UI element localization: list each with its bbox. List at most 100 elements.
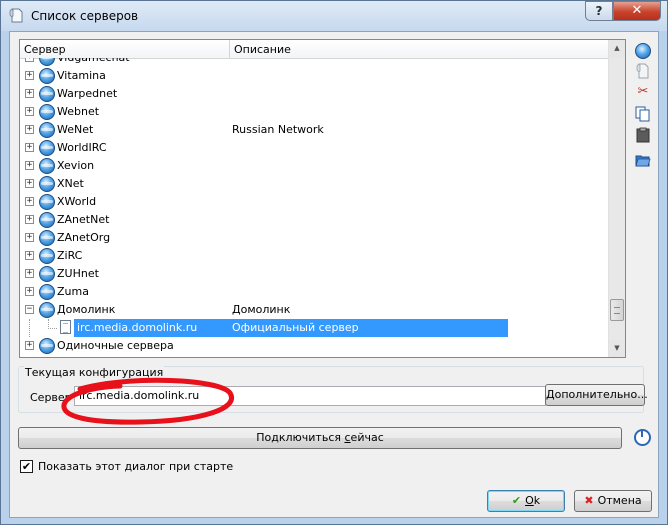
scroll-thumb[interactable] <box>610 299 624 321</box>
expand-icon[interactable]: + <box>25 233 34 242</box>
collapse-icon[interactable]: − <box>25 305 34 314</box>
tree-row[interactable]: + WorldIRC <box>20 139 608 157</box>
server-name: XNet <box>57 177 84 190</box>
expand-icon[interactable]: + <box>25 89 34 98</box>
network-globe-icon <box>39 230 55 246</box>
tree-line <box>29 319 30 337</box>
tree-row[interactable]: + ZAnetNet <box>20 211 608 229</box>
add-network-globe-icon[interactable] <box>635 43 651 59</box>
server-description: Russian Network <box>232 123 324 136</box>
scroll-up-icon[interactable]: ▲ <box>609 40 625 57</box>
tree-row[interactable]: + Одиночные сервера <box>20 337 608 355</box>
tree-row[interactable]: + Xevion <box>20 157 608 175</box>
network-globe-icon <box>39 212 55 228</box>
expand-icon[interactable]: + <box>25 251 34 260</box>
tree-row[interactable]: + XNet <box>20 175 608 193</box>
server-name: WeNet <box>57 123 94 136</box>
server-description: Официальный сервер <box>232 321 359 334</box>
tree-row[interactable]: + Vidgamechat <box>20 58 608 67</box>
tree-row[interactable]: + ZUHnet <box>20 265 608 283</box>
network-globe-icon <box>39 104 55 120</box>
scissors-icon[interactable]: ✂ <box>635 84 651 100</box>
column-separator[interactable] <box>229 40 230 58</box>
expand-icon[interactable]: + <box>25 143 34 152</box>
current-config-group: Текущая конфигурация Сервер irc.media.do… <box>18 366 648 413</box>
dialog-client-area: Сервер Описание + Vidgamechat + Vitamina + Wa… <box>9 31 659 518</box>
tree-row[interactable]: + Warpednet <box>20 85 608 103</box>
tree-row[interactable]: + ZiRC <box>20 247 608 265</box>
tree-child-row[interactable]: irc.media.domolink.ru Официальный сервер <box>20 319 608 337</box>
scroll-down-icon[interactable]: ▼ <box>609 340 625 357</box>
close-button[interactable]: ✕ <box>613 1 661 21</box>
tree-row[interactable]: + ZAnetOrg <box>20 229 608 247</box>
network-globe-icon <box>39 122 55 138</box>
network-globe-icon <box>39 176 55 192</box>
server-name: ZiRC <box>57 249 83 262</box>
tree-row[interactable]: + Vitamina <box>20 67 608 85</box>
server-name: ZUHnet <box>57 267 99 280</box>
ok-button[interactable]: ✔ Ok <box>487 490 565 512</box>
server-name: Zuma <box>57 285 89 298</box>
tree-branch-line <box>48 319 57 329</box>
network-globe-icon <box>39 302 55 318</box>
server-tree[interactable]: Сервер Описание + Vidgamechat + Vitamina + Wa… <box>19 39 626 358</box>
server-document-icon <box>60 320 71 334</box>
server-name: Vidgamechat <box>57 58 130 64</box>
column-header-description[interactable]: Описание <box>234 43 291 56</box>
tree-header: Сервер Описание <box>20 40 608 59</box>
connect-now-label-start: Подключиться <box>256 431 345 444</box>
expand-icon[interactable]: + <box>25 341 34 350</box>
tree-row[interactable]: + XWorld <box>20 193 608 211</box>
network-globe-icon <box>39 158 55 174</box>
column-header-server[interactable]: Сервер <box>24 43 66 56</box>
network-globe-icon <box>39 284 55 300</box>
expand-icon[interactable]: + <box>25 197 34 206</box>
expand-icon[interactable]: + <box>25 179 34 188</box>
server-list-window: Список серверов ? ✕ Сервер Описание + Vid… <box>0 0 668 525</box>
server-name: Одиночные сервера <box>57 339 174 352</box>
server-name: Vitamina <box>57 69 106 82</box>
server-name: ZAnetOrg <box>57 231 111 244</box>
tree-row[interactable]: + WeNet Russian Network <box>20 121 608 139</box>
timer-icon[interactable] <box>634 429 651 446</box>
tree-row[interactable]: + Zuma <box>20 283 608 301</box>
connect-now-button[interactable]: Подключиться сейчас <box>18 427 622 449</box>
server-name: Warpednet <box>57 87 118 100</box>
expand-icon[interactable]: + <box>25 287 34 296</box>
tree-row[interactable]: + Webnet <box>20 103 608 121</box>
copy-icon[interactable] <box>635 106 651 122</box>
server-field[interactable]: irc.media.domolink.ru <box>74 386 546 406</box>
document-icon[interactable] <box>635 63 651 79</box>
current-config-title: Текущая конфигурация <box>24 366 165 379</box>
expand-icon[interactable]: + <box>25 58 34 62</box>
server-name: WorldIRC <box>57 141 107 154</box>
ok-check-icon: ✔ <box>511 494 522 507</box>
network-globe-icon <box>39 248 55 264</box>
expand-icon[interactable]: + <box>25 125 34 134</box>
show-on-start-label[interactable]: Показать этот диалог при старте <box>38 460 233 473</box>
network-globe-icon <box>39 86 55 102</box>
connect-now-label-end: ейчас <box>350 431 384 444</box>
server-name: Домолинк <box>57 303 116 316</box>
advanced-button[interactable]: Дополнительно... <box>545 384 648 406</box>
server-name: ZAnetNet <box>57 213 110 226</box>
tree-scrollbar[interactable]: ▲ ▼ <box>608 40 625 357</box>
server-label: Сервер <box>30 391 72 404</box>
tree-row[interactable]: − Домолинк Домолинк <box>20 301 608 319</box>
window-document-icon <box>9 8 23 23</box>
server-name: XWorld <box>57 195 97 208</box>
network-globe-icon <box>39 266 55 282</box>
expand-icon[interactable]: + <box>25 161 34 170</box>
expand-icon[interactable]: + <box>25 71 34 80</box>
title-bar[interactable]: Список серверов ? ✕ <box>1 1 667 31</box>
folder-icon[interactable] <box>635 152 651 168</box>
expand-icon[interactable]: + <box>25 107 34 116</box>
clipboard-icon[interactable] <box>635 127 651 143</box>
expand-icon[interactable]: + <box>25 215 34 224</box>
help-button[interactable]: ? <box>585 1 613 21</box>
expand-icon[interactable]: + <box>25 269 34 278</box>
server-name: Webnet <box>57 105 100 118</box>
show-on-start-checkbox[interactable]: ✔ <box>20 460 33 473</box>
cancel-button[interactable]: ✖ Отмена <box>574 490 652 512</box>
cancel-label: Отмена <box>597 494 642 507</box>
